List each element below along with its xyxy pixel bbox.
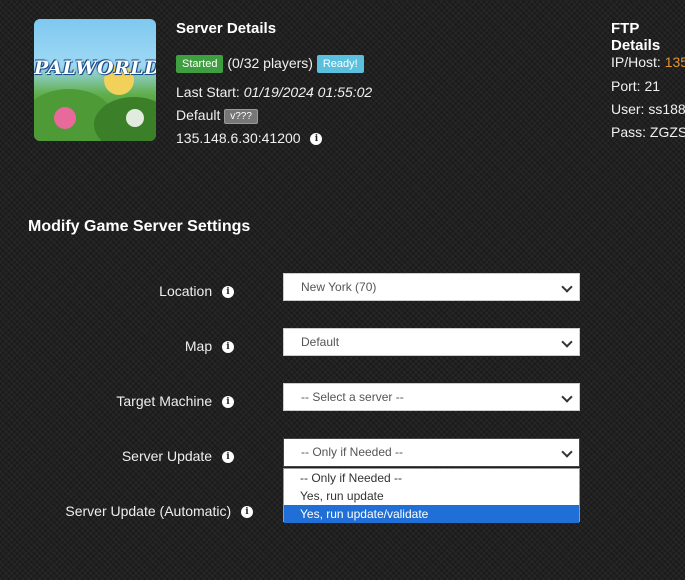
- map-label: Map: [184, 338, 213, 354]
- dropdown-option-highlighted[interactable]: Yes, run update/validate: [284, 505, 579, 523]
- version-badge: v???: [224, 108, 258, 124]
- status-badge: Started: [176, 55, 224, 74]
- player-count: (0/32 players): [227, 55, 313, 71]
- ftp-user: User: ss188: [611, 101, 685, 117]
- chevron-down-icon: [561, 391, 573, 403]
- server-address: 135.148.6.30:41200: [176, 130, 301, 146]
- info-icon[interactable]: i: [222, 451, 234, 464]
- target-machine-select-value: -- Select a server --: [301, 390, 404, 404]
- map-label-row: Map i: [0, 338, 234, 354]
- info-icon[interactable]: i: [222, 396, 234, 409]
- target-machine-label: Target Machine: [116, 393, 213, 409]
- server-update-label: Server Update: [121, 448, 213, 464]
- address-row: 135.148.6.30:41200 i: [176, 130, 323, 146]
- target-machine-label-row: Target Machine i: [0, 393, 234, 409]
- location-label: Location: [159, 283, 213, 299]
- status-row: Started (0/32 players) Ready!: [176, 55, 364, 74]
- branch-name: Default: [176, 107, 221, 123]
- server-update-dropdown: -- Only if Needed -- Yes, run update Yes…: [283, 468, 580, 523]
- map-select[interactable]: Default: [283, 328, 580, 356]
- last-start-value: 01/19/2024 01:55:02: [243, 84, 373, 100]
- server-details-title: Server Details: [176, 20, 277, 37]
- location-label-row: Location i: [0, 283, 234, 299]
- info-icon[interactable]: i: [310, 133, 323, 146]
- chevron-down-icon: [561, 336, 573, 348]
- ready-badge: Ready!: [316, 55, 364, 74]
- dropdown-option[interactable]: -- Only if Needed --: [284, 469, 579, 487]
- server-update-select-value: -- Only if Needed --: [301, 445, 404, 459]
- thumbnail-creature: [54, 107, 76, 129]
- dropdown-option[interactable]: Yes, run update: [284, 487, 579, 505]
- thumbnail-creature: [126, 109, 144, 127]
- ftp-host-label: IP/Host:: [611, 54, 661, 70]
- ftp-pass: Pass: ZGZSp: [611, 124, 685, 140]
- server-update-label-row: Server Update i: [0, 448, 234, 464]
- info-icon[interactable]: i: [241, 506, 253, 519]
- game-thumbnail: PALWORLD: [34, 19, 156, 141]
- chevron-down-icon: [561, 446, 573, 458]
- location-select[interactable]: New York (70): [283, 273, 580, 301]
- server-update-select[interactable]: -- Only if Needed --: [283, 438, 580, 467]
- info-icon[interactable]: i: [222, 286, 234, 299]
- branch-row: Default v???: [176, 107, 258, 124]
- game-logo: PALWORLD: [34, 57, 156, 79]
- settings-title: Modify Game Server Settings: [28, 218, 251, 235]
- target-machine-select[interactable]: -- Select a server --: [283, 383, 580, 411]
- map-select-value: Default: [301, 335, 340, 349]
- server-update-auto-label-row: Server Update (Automatic) i: [0, 503, 253, 519]
- ftp-port: Port: 21: [611, 78, 661, 94]
- server-update-auto-label: Server Update (Automatic): [65, 503, 232, 519]
- ftp-details-title: FTP Details: [611, 20, 661, 54]
- last-start-label: Last Start:: [176, 84, 240, 100]
- chevron-down-icon: [561, 281, 573, 293]
- ftp-host-row: IP/Host: 135: [611, 54, 685, 70]
- info-icon[interactable]: i: [222, 341, 234, 354]
- location-select-value: New York (70): [301, 280, 377, 294]
- last-start-row: Last Start: 01/19/2024 01:55:02: [176, 84, 372, 100]
- ftp-host-value[interactable]: 135: [665, 54, 685, 70]
